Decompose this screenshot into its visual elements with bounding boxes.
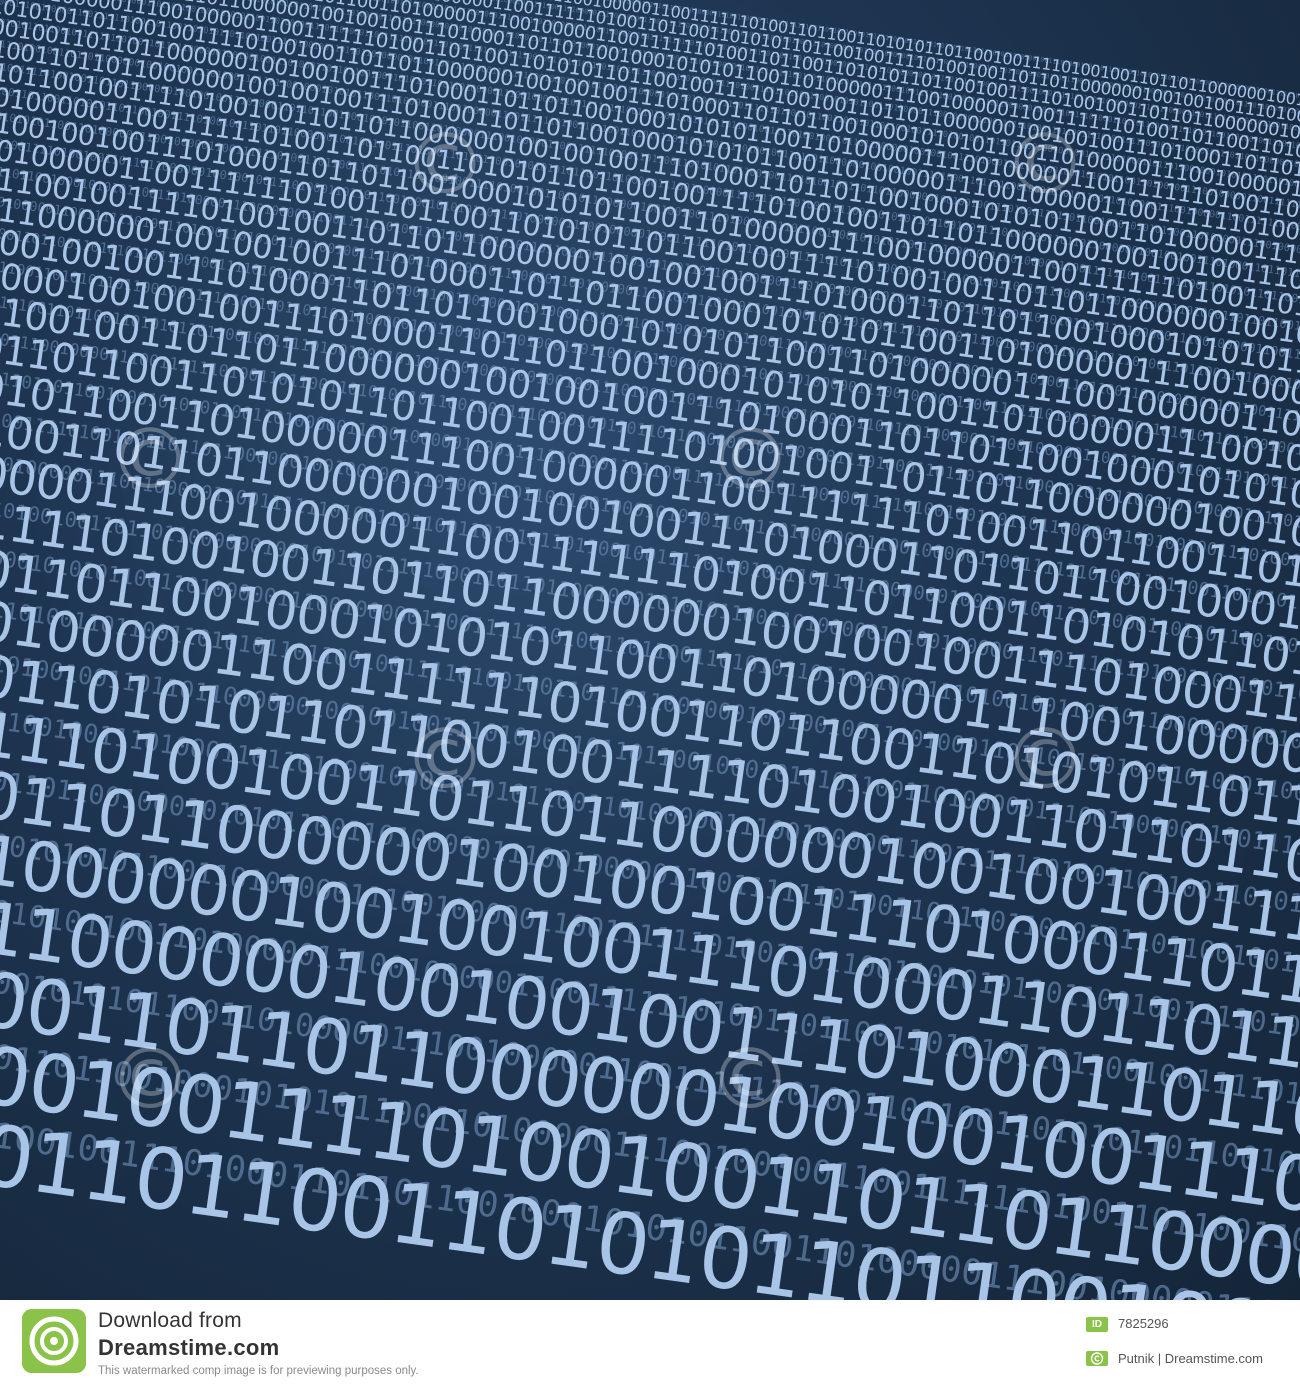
watermark-copyright-icon: © xyxy=(403,115,487,213)
binary-digits-layer: 0110000001001001001110100011011011001000… xyxy=(0,0,1300,1300)
dreamstime-brand-text[interactable]: Dreamstime.com xyxy=(98,1335,280,1361)
binary-code-photo: 0110000001001001001110100011011011001000… xyxy=(0,0,1300,1300)
id-badge: ID xyxy=(1086,1317,1108,1332)
dreamstime-logo-icon xyxy=(22,1309,86,1373)
watermark-copyright-icon: © xyxy=(708,410,792,508)
watermark-copyright-icon: © xyxy=(1003,710,1087,808)
image-id-value: 7825296 xyxy=(1118,1316,1169,1331)
watermark-copyright-icon: © xyxy=(403,710,487,808)
watermark-copyright-icon: © xyxy=(1003,115,1087,213)
watermark-copyright-icon: © xyxy=(708,1030,792,1128)
photographer-credit: Putnik | Dreamstime.com xyxy=(1118,1351,1263,1366)
watermark-notice-text: This watermarked comp image is for previ… xyxy=(98,1365,419,1377)
watermark-copyright-icon: © xyxy=(108,410,192,508)
watermark-copyright-icon: © xyxy=(108,1030,192,1128)
copyright-icon xyxy=(1086,1351,1108,1366)
download-from-text: Download from xyxy=(98,1309,242,1332)
